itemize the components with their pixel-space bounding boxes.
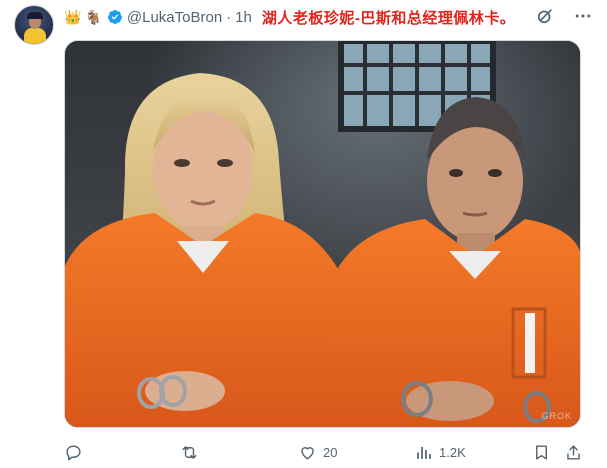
retweet-button[interactable] xyxy=(180,443,205,462)
crown-emoji: 👑 xyxy=(64,9,82,25)
like-count: 20 xyxy=(323,444,338,460)
top-actions xyxy=(535,6,593,26)
reply-icon xyxy=(66,444,81,460)
bookmark-button[interactable] xyxy=(532,443,551,462)
prison-photo xyxy=(65,41,580,427)
more-icon[interactable] xyxy=(573,6,593,26)
tweet: 👑 🐐 @LukaToBron · 1h 湖人老板珍妮-巴斯和总经理佩林卡。 G… xyxy=(0,0,607,468)
views-count: 1.2K xyxy=(439,444,466,460)
grok-watermark: GROK xyxy=(541,411,572,421)
share-icon xyxy=(567,444,580,460)
views-button[interactable]: 1.2K xyxy=(414,443,466,462)
user-handle[interactable]: @LukaToBron xyxy=(127,9,222,26)
avatar-cap xyxy=(27,12,43,19)
reply-button[interactable] xyxy=(64,443,89,462)
separator-dot: · xyxy=(226,8,232,26)
avatar-jersey xyxy=(24,28,46,44)
views-icon xyxy=(417,446,431,459)
bookmark-icon xyxy=(536,444,547,460)
avatar[interactable] xyxy=(14,5,54,45)
share-button[interactable] xyxy=(564,443,583,462)
retweet-icon xyxy=(182,445,197,459)
verified-badge-icon xyxy=(107,10,122,24)
grok-icon[interactable] xyxy=(535,6,555,26)
tweet-header: 👑 🐐 @LukaToBron · 1h 湖人老板珍妮-巴斯和总经理佩林卡。 xyxy=(64,6,515,28)
goat-emoji: 🐐 xyxy=(84,9,102,25)
tweet-text: 湖人老板珍妮-巴斯和总经理佩林卡。 xyxy=(261,9,516,27)
tweet-image[interactable]: GROK xyxy=(64,40,581,428)
action-bar: 20 1.2K xyxy=(64,440,584,464)
timestamp[interactable]: 1h xyxy=(235,9,252,26)
heart-icon xyxy=(301,446,314,460)
like-button[interactable]: 20 xyxy=(298,443,337,462)
